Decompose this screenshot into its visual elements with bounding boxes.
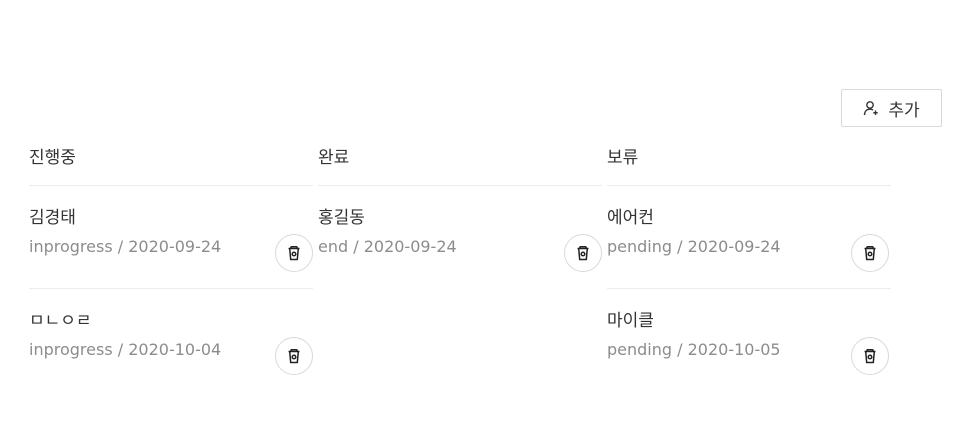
task-name: 마이클 bbox=[607, 311, 654, 331]
delete-cup-icon bbox=[288, 349, 300, 364]
column-inprogress: 진행중 김경태 inprogress / 2020-09-24 ㅁㄴㅇㄹ inp… bbox=[29, 140, 313, 392]
delete-cup-icon bbox=[864, 246, 876, 261]
delete-cup-icon bbox=[577, 246, 589, 261]
task-name: 에어컨 bbox=[607, 208, 654, 228]
column-title: 보류 bbox=[607, 140, 891, 186]
column-title: 진행중 bbox=[29, 140, 313, 186]
delete-button[interactable] bbox=[275, 337, 313, 375]
column-title: 완료 bbox=[318, 140, 602, 186]
task-meta: inprogress / 2020-10-04 bbox=[29, 340, 222, 359]
task-name: ㅁㄴㅇㄹ bbox=[29, 311, 92, 331]
add-button[interactable]: 추가 bbox=[841, 89, 942, 127]
delete-button[interactable] bbox=[564, 234, 602, 272]
user-add-icon bbox=[864, 101, 879, 116]
add-button-label: 추가 bbox=[888, 100, 920, 121]
task-name: 김경태 bbox=[29, 208, 76, 228]
task-meta: end / 2020-09-24 bbox=[318, 237, 457, 256]
task-item: 에어컨 pending / 2020-09-24 bbox=[607, 186, 891, 289]
task-meta: inprogress / 2020-09-24 bbox=[29, 237, 222, 256]
column-end: 완료 홍길동 end / 2020-09-24 bbox=[318, 140, 602, 289]
delete-cup-icon bbox=[288, 246, 300, 261]
task-item: ㅁㄴㅇㄹ inprogress / 2020-10-04 bbox=[29, 289, 313, 392]
delete-button[interactable] bbox=[851, 234, 889, 272]
delete-button[interactable] bbox=[851, 337, 889, 375]
task-name: 홍길동 bbox=[318, 208, 365, 228]
delete-cup-icon bbox=[864, 349, 876, 364]
task-item: 마이클 pending / 2020-10-05 bbox=[607, 289, 891, 392]
delete-button[interactable] bbox=[275, 234, 313, 272]
task-meta: pending / 2020-10-05 bbox=[607, 340, 781, 359]
task-item: 김경태 inprogress / 2020-09-24 bbox=[29, 186, 313, 289]
column-pending: 보류 에어컨 pending / 2020-09-24 마이클 pending … bbox=[607, 140, 891, 392]
task-item: 홍길동 end / 2020-09-24 bbox=[318, 186, 602, 289]
task-meta: pending / 2020-09-24 bbox=[607, 237, 781, 256]
